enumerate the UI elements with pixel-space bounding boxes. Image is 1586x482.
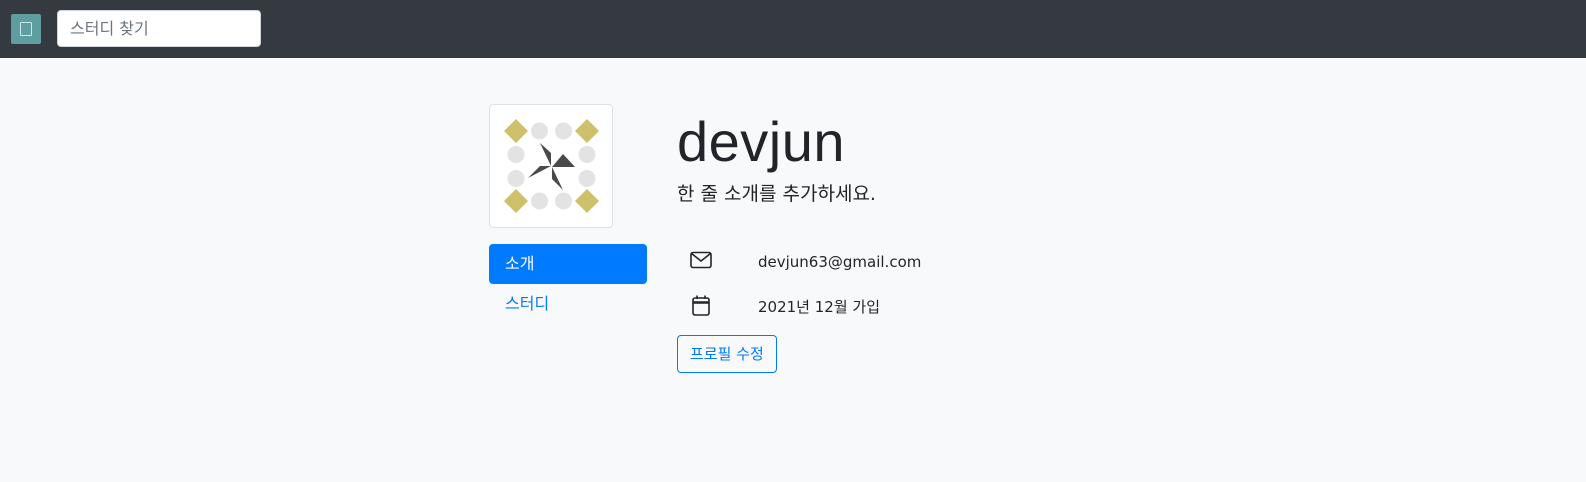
profile-username: devjun: [677, 110, 846, 173]
profile-joined-date: 2021년 12월 가입: [758, 298, 880, 316]
identicon-triangle: [552, 154, 575, 167]
identicon-dot: [555, 122, 572, 140]
identicon-triangle: [540, 143, 551, 166]
tab-intro[interactable]: 소개: [489, 244, 647, 284]
identicon-diamond: [504, 119, 528, 143]
identicon-diamond: [575, 189, 599, 213]
identicon-dot: [531, 122, 548, 140]
logo-mark: [20, 22, 32, 36]
identicon-avatar: [504, 119, 599, 213]
identicon-triangle: [528, 166, 551, 178]
navbar: [0, 0, 1586, 58]
calendar-icon: [692, 295, 710, 316]
identicon-dot: [507, 170, 525, 187]
identicon-diamond: [575, 119, 599, 143]
avatar: [489, 104, 613, 228]
profile-bio: 한 줄 소개를 추가하세요.: [677, 183, 876, 205]
study-logo-icon[interactable]: [11, 14, 41, 44]
identicon-dot: [578, 170, 596, 187]
identicon-dot: [578, 146, 596, 163]
edit-profile-button[interactable]: 프로필 수정: [677, 335, 777, 373]
profile-email: devjun63@gmail.com: [758, 253, 922, 271]
identicon-diamond: [504, 189, 528, 213]
search-input[interactable]: [57, 10, 261, 47]
identicon-dot: [531, 192, 548, 210]
identicon-dot: [555, 192, 572, 210]
identicon-dot: [507, 146, 525, 163]
envelope-icon: [690, 251, 712, 269]
identicon-triangle: [552, 167, 563, 190]
tab-study[interactable]: 스터디: [489, 284, 647, 324]
